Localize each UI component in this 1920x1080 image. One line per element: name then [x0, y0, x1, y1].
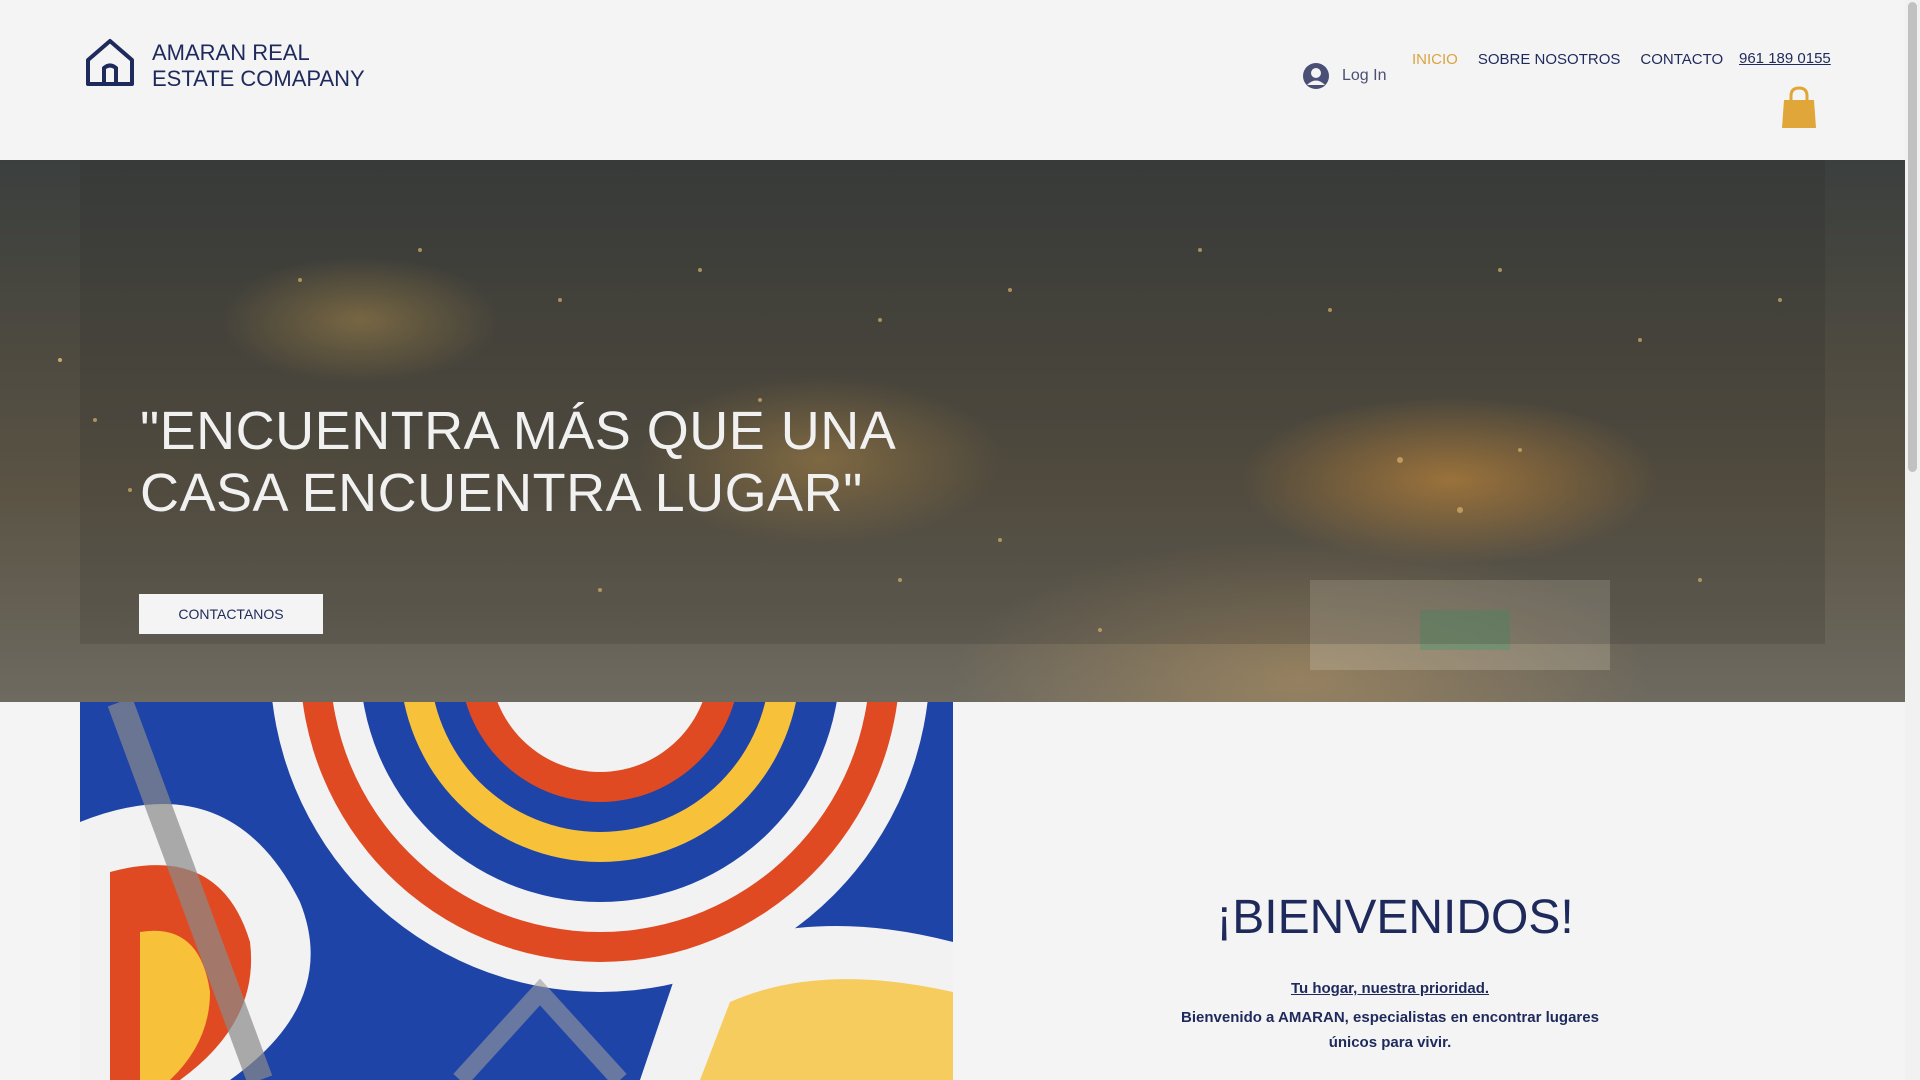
scrollbar-thumb[interactable]	[1908, 2, 1917, 472]
welcome-subtitle: Tu hogar, nuestra prioridad.	[1290, 980, 1490, 997]
company-name-line1: AMARAN REAL	[152, 40, 310, 65]
nav-item-contacto[interactable]: CONTACTO	[1630, 50, 1733, 70]
company-name[interactable]: AMARAN REAL ESTATE COMAPANY	[152, 40, 365, 92]
login-label: Log In	[1342, 67, 1387, 84]
hero-title: "ENCUENTRA MÁS QUE UNA CASA ENCUENTRA LU…	[140, 400, 940, 524]
company-name-line2: ESTATE COMAPANY	[152, 66, 365, 91]
page-scrollbar[interactable]	[1905, 0, 1920, 1080]
nav-item-sobre-nosotros[interactable]: SOBRE NOSOTROS	[1468, 50, 1631, 70]
site-header: AMARAN REAL ESTATE COMAPANY Log In INICI…	[0, 0, 1905, 160]
hero-title-line1: "ENCUENTRA MÁS QUE UNA	[140, 401, 897, 461]
hero-banner: "ENCUENTRA MÁS QUE UNA CASA ENCUENTRA LU…	[0, 160, 1905, 702]
login-button[interactable]: Log In	[1302, 60, 1386, 92]
talavera-tile-image	[80, 702, 953, 1080]
contact-us-button[interactable]: CONTACTANOS	[139, 594, 323, 634]
user-avatar-icon	[1303, 63, 1329, 89]
welcome-body: Bienvenido a AMARAN, especialistas en en…	[1181, 1009, 1599, 1051]
phone-link[interactable]: 961 189 0155	[1739, 50, 1831, 67]
main-nav: INICIO SOBRE NOSOTROS CONTACTO	[1402, 50, 1733, 70]
house-outline-icon[interactable]	[84, 36, 136, 88]
talavera-pattern	[80, 702, 953, 1080]
welcome-title: ¡BIENVENIDOS!	[1216, 891, 1574, 944]
nav-item-inicio[interactable]: INICIO	[1402, 50, 1468, 70]
hero-title-line2: CASA ENCUENTRA LUGAR"	[140, 463, 863, 523]
shopping-bag-icon[interactable]	[1779, 86, 1819, 130]
